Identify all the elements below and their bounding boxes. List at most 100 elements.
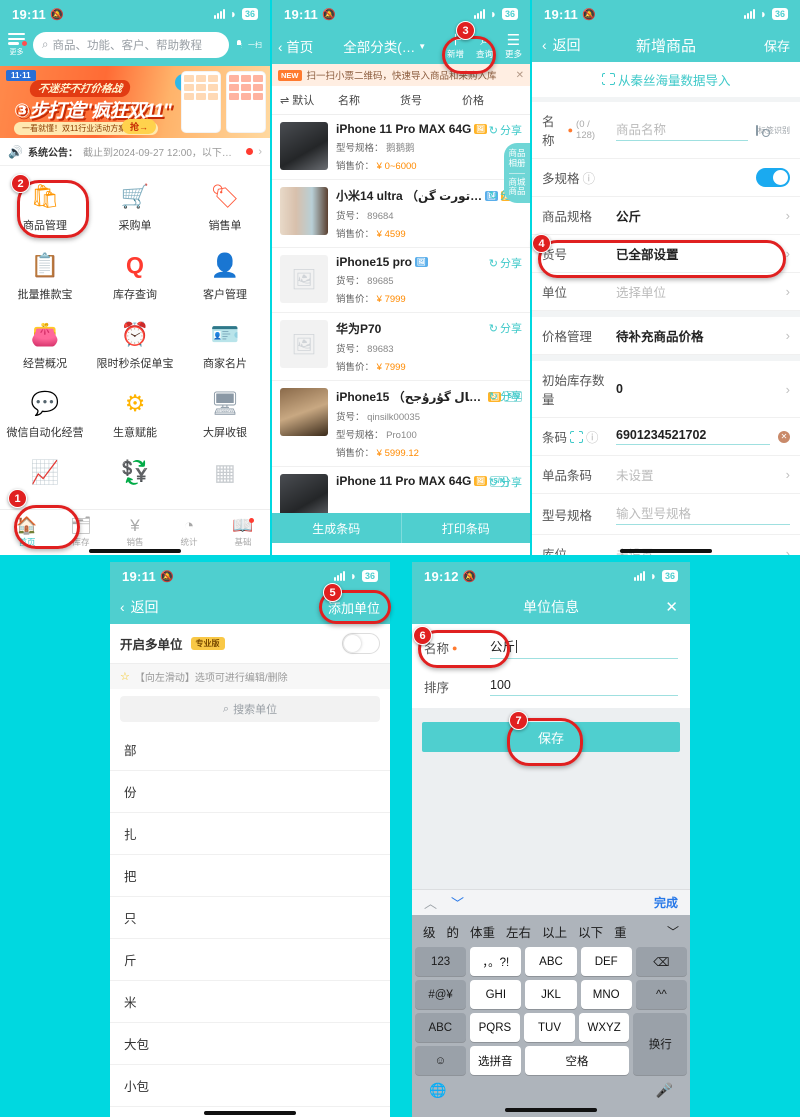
field-code[interactable]: 货号 已全部设置 › bbox=[532, 235, 800, 273]
list-item[interactable]: 份 bbox=[110, 771, 390, 813]
grid-item-overview[interactable]: 👛 经营概况 bbox=[0, 310, 90, 379]
float-tab-mall[interactable]: 商城商品 bbox=[508, 177, 525, 197]
list-item[interactable]: 把 bbox=[110, 855, 390, 897]
query-button[interactable]: ⌕ 查询 bbox=[476, 32, 493, 59]
key-tuv[interactable]: TUV bbox=[524, 1013, 575, 1042]
name-input[interactable]: 商品名称 bbox=[616, 119, 748, 141]
field-unit[interactable]: 单位 选择单位 › bbox=[532, 273, 800, 311]
promo-banner[interactable]: 11·11 不迷茫不打价格战 ③步打造"疯狂双11" 一看就懂！双11行业活动方… bbox=[0, 66, 270, 138]
float-side-tabs[interactable]: 商品相册 商城商品 bbox=[504, 143, 530, 204]
share-button[interactable]: ↻ 分享 bbox=[489, 255, 522, 271]
grid-item-bigscreen[interactable]: 🖥 大屏收银 bbox=[180, 379, 270, 448]
suggestion[interactable]: 体重 bbox=[470, 922, 495, 941]
scan-icon[interactable] bbox=[569, 429, 585, 444]
search-unit-input[interactable]: ⌕ 搜索单位 bbox=[120, 696, 380, 722]
share-button[interactable]: ↻ 分享 bbox=[489, 122, 522, 138]
field-sort[interactable]: 排序 100 bbox=[412, 668, 690, 708]
help-icon[interactable]: ⓘ bbox=[583, 168, 596, 187]
save-button[interactable]: 保存 bbox=[764, 36, 790, 55]
suggestion[interactable]: 的 bbox=[447, 922, 460, 941]
print-barcode-button[interactable]: 打印条码 bbox=[402, 513, 531, 543]
grid-item-businesscard[interactable]: 🪪 商家名片 bbox=[180, 310, 270, 379]
table-row[interactable]: 小米14 ultra （تورت گن…🖼🖼 货号： 89684 销售价： ¥ … bbox=[272, 180, 530, 248]
field-model[interactable]: 型号规格 输入型号规格 bbox=[532, 494, 800, 535]
system-notice[interactable]: 🔊 系统公告： 截止到2024-09-27 12:00，以下商品到库存… › bbox=[0, 138, 270, 166]
import-link[interactable]: 从秦丝海量数据导入 bbox=[532, 62, 800, 102]
suggestion[interactable]: 以上 bbox=[542, 922, 567, 941]
key-symbols[interactable]: #@¥ bbox=[415, 980, 467, 1009]
banner-cta-button[interactable]: 抢→ bbox=[122, 119, 157, 134]
key-abc[interactable]: ABC bbox=[525, 947, 577, 976]
grid-item-apps[interactable]: ▦ bbox=[180, 448, 270, 495]
share-button[interactable]: ↻ 分享 bbox=[489, 320, 522, 336]
list-item[interactable]: 只 bbox=[110, 897, 390, 939]
field-initial-stock[interactable]: 初始库存数量 0 › bbox=[532, 361, 800, 418]
scan-tip-banner[interactable]: NEW 扫一扫小票二维码，快速导入商品和采购入库 ✕ bbox=[272, 64, 530, 86]
col-default[interactable]: ⇌ 默认 bbox=[280, 92, 338, 108]
help-icon[interactable]: ⓘ bbox=[586, 427, 599, 446]
grid-item-sales[interactable]: 🏷 销售单 bbox=[180, 172, 270, 241]
multi-spec-toggle[interactable] bbox=[756, 168, 790, 187]
tab-home[interactable]: 🏠 首页 bbox=[0, 510, 54, 555]
table-row[interactable]: 🖼 iPhone15 pro 🖼 货号： 89685 销售价： ¥ 7999 ↻ … bbox=[272, 248, 530, 313]
grid-item-yen[interactable]: 💱 bbox=[90, 448, 180, 495]
grid-item-batch[interactable]: 📋 批量推款宝 bbox=[0, 241, 90, 310]
suggestion[interactable]: 级 bbox=[423, 922, 436, 941]
share-button[interactable]: ↻ 分享 bbox=[489, 474, 522, 490]
back-button[interactable]: ‹ 返回 bbox=[120, 597, 159, 617]
suggestion[interactable]: 以下 bbox=[578, 922, 603, 941]
close-icon[interactable]: ✕ bbox=[516, 70, 524, 81]
menu-icon[interactable]: 更多 bbox=[8, 32, 27, 58]
unit-name-input[interactable]: 公斤 bbox=[490, 636, 678, 659]
key-pqrs[interactable]: PQRS bbox=[469, 1013, 521, 1042]
keyboard-done-button[interactable]: 完成 bbox=[654, 894, 678, 911]
barcode-input[interactable]: 6901234521702 bbox=[616, 428, 770, 445]
category-selector[interactable]: 全部分类(… ▼ bbox=[343, 36, 426, 56]
suggestion[interactable]: 重 bbox=[614, 922, 627, 941]
key-enter[interactable]: 换行 bbox=[633, 1013, 687, 1075]
key-def[interactable]: DEF bbox=[580, 947, 632, 976]
more-button[interactable]: ☰ 更多 bbox=[505, 32, 522, 59]
key-mno[interactable]: MNO bbox=[580, 980, 632, 1009]
grid-item-purchase[interactable]: 🛒 采购单 bbox=[90, 172, 180, 241]
back-button[interactable]: ‹ 首页 bbox=[278, 36, 313, 56]
suggestion[interactable]: 左右 bbox=[506, 922, 531, 941]
grid-item-stockquery[interactable]: Q 库存查询 bbox=[90, 241, 180, 310]
key-pinyin[interactable]: 选拼音 bbox=[469, 1046, 521, 1075]
key-backspace[interactable]: ⌫ bbox=[635, 947, 688, 976]
key-abc-mode[interactable]: ABC bbox=[415, 1013, 466, 1042]
table-row[interactable]: iPhone15 （مال گۇرۇجح…🖼S/N 货号： qinsilk000… bbox=[272, 381, 530, 467]
list-item[interactable]: 斤 bbox=[110, 939, 390, 981]
list-item[interactable]: 米 bbox=[110, 981, 390, 1023]
grid-item-chart[interactable]: 📈 bbox=[0, 448, 90, 495]
list-item[interactable]: 扎 bbox=[110, 813, 390, 855]
generate-barcode-button[interactable]: 生成条码 bbox=[272, 513, 402, 543]
list-item[interactable]: 大包 bbox=[110, 1023, 390, 1065]
clear-icon[interactable]: ✕ bbox=[778, 430, 790, 443]
field-name[interactable]: 名称 ● (0 / 128) 商品名称 标签识别 bbox=[532, 102, 800, 159]
tab-basic[interactable]: 📖 基础 bbox=[216, 510, 270, 555]
save-button[interactable]: 保存 bbox=[422, 722, 680, 752]
multi-unit-toggle[interactable] bbox=[342, 633, 380, 654]
list-item[interactable]: 部 bbox=[110, 729, 390, 771]
key-space[interactable]: 空格 bbox=[524, 1046, 630, 1075]
chevron-down-icon[interactable]: ﹀ bbox=[667, 923, 679, 940]
mic-icon[interactable]: 🎤 bbox=[656, 1082, 673, 1099]
field-barcode[interactable]: 条码 ⓘ 6901234521702 ✕ bbox=[532, 418, 800, 456]
field-multi-spec[interactable]: 多规格 ⓘ bbox=[532, 159, 800, 197]
grid-item-flashsale[interactable]: ⏰ 限时秒杀促单宝 bbox=[90, 310, 180, 379]
grid-item-wechat[interactable]: 💬 微信自动化经营 bbox=[0, 379, 90, 448]
key-punct[interactable]: ，。?! bbox=[470, 947, 522, 976]
label-recognize-button[interactable]: 标签识别 bbox=[756, 124, 790, 136]
key-ghi[interactable]: GHI bbox=[470, 980, 522, 1009]
float-tab-album[interactable]: 商品相册 bbox=[508, 148, 525, 168]
prev-field-icon[interactable]: ︿ bbox=[424, 893, 437, 912]
close-icon[interactable]: ✕ bbox=[665, 598, 678, 616]
grid-item-customer[interactable]: 👤 客户管理 bbox=[180, 241, 270, 310]
key-emoji[interactable]: ☺ bbox=[415, 1046, 466, 1075]
field-price-manage[interactable]: 价格管理 待补充商品价格 › bbox=[532, 317, 800, 355]
share-button[interactable]: ↻ 分享 bbox=[489, 388, 522, 404]
multi-unit-row[interactable]: 开启多单位 专业版 bbox=[110, 624, 390, 664]
globe-icon[interactable]: 🌐 bbox=[429, 1082, 446, 1099]
field-unit-name[interactable]: 名称 ● 公斤 bbox=[412, 624, 690, 668]
